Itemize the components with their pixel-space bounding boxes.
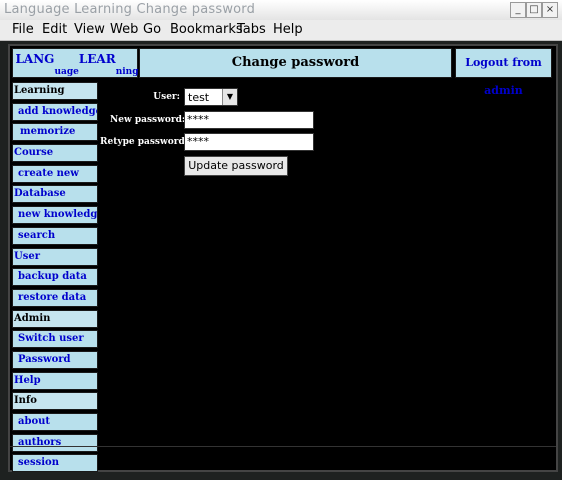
sidebar-item-course[interactable]: Course — [12, 144, 98, 163]
site-logo[interactable]: LANGuageLEARning — [15, 52, 139, 77]
sidebar-section-info: Info — [12, 392, 98, 411]
sidebar-item-new-knowledges[interactable]: new knowledges — [12, 206, 98, 225]
sidebar-item-add-knowledges[interactable]: add knowledges — [12, 102, 98, 121]
new-password-label: New password: — [110, 115, 186, 125]
user-select-value: test — [188, 91, 210, 104]
sidebar-item-database[interactable]: Database — [12, 185, 98, 204]
window-title: Language Learning Change password — [4, 2, 256, 17]
sidebar-section-learning: Learning — [12, 82, 98, 100]
menu-tabs[interactable]: Tabs — [237, 22, 266, 37]
browser-window: Language Learning Change password _ □ × … — [0, 0, 562, 480]
menu-bookmarks[interactable]: Bookmarks — [170, 22, 243, 37]
sidebar-item-switch-user[interactable]: Switch user — [12, 330, 98, 349]
minimize-button[interactable]: _ — [510, 2, 526, 18]
update-password-button[interactable]: Update password — [184, 156, 288, 176]
logo-box: LANGuageLEARning — [12, 48, 139, 78]
sidebar-section-admin: Admin — [12, 309, 98, 328]
menu-view[interactable]: View — [74, 22, 105, 37]
menu-web[interactable]: Web — [110, 22, 138, 37]
sidebar-item-password[interactable]: Password — [12, 350, 98, 369]
sidebar-item-about[interactable]: about — [12, 413, 98, 431]
sidebar-item-help[interactable]: Help — [12, 371, 98, 390]
user-select[interactable]: test ▼ — [184, 88, 238, 106]
menu-edit[interactable]: Edit — [42, 22, 67, 37]
chevron-down-icon: ▼ — [222, 89, 237, 105]
sidebar-item-memorize[interactable]: memorize — [12, 123, 98, 142]
menu-help[interactable]: Help — [273, 22, 303, 37]
close-button[interactable]: × — [542, 2, 558, 18]
sidebar-item-user[interactable]: User — [12, 247, 98, 266]
sidebar-item-search[interactable]: search — [12, 226, 98, 245]
maximize-button[interactable]: □ — [526, 2, 542, 18]
retype-password-label: Retype password: — [100, 137, 189, 147]
menu-go[interactable]: Go — [143, 22, 161, 37]
menu-file[interactable]: File — [12, 22, 34, 37]
sidebar-item-create-new[interactable]: create new — [12, 164, 98, 183]
page-title: Change password — [139, 48, 452, 78]
retype-password-field[interactable]: **** — [184, 133, 314, 151]
logout-link[interactable]: Logout from admin — [455, 48, 552, 97]
menu-bar: File Edit View Web Go Bookmarks Tabs Hel… — [0, 20, 562, 41]
title-bar: Language Learning Change password _ □ × — [0, 0, 562, 21]
page-content: LANGuageLEARning Change password Logout … — [8, 44, 558, 475]
sidebar-item-restore-data[interactable]: restore data — [12, 288, 98, 307]
new-password-field[interactable]: **** — [184, 111, 314, 129]
user-label: User: — [153, 92, 180, 102]
sidebar-item-backup-data[interactable]: backup data — [12, 268, 98, 287]
sidebar-nav: Learning add knowledges memorize Course … — [12, 82, 98, 475]
page-footer — [10, 446, 556, 471]
